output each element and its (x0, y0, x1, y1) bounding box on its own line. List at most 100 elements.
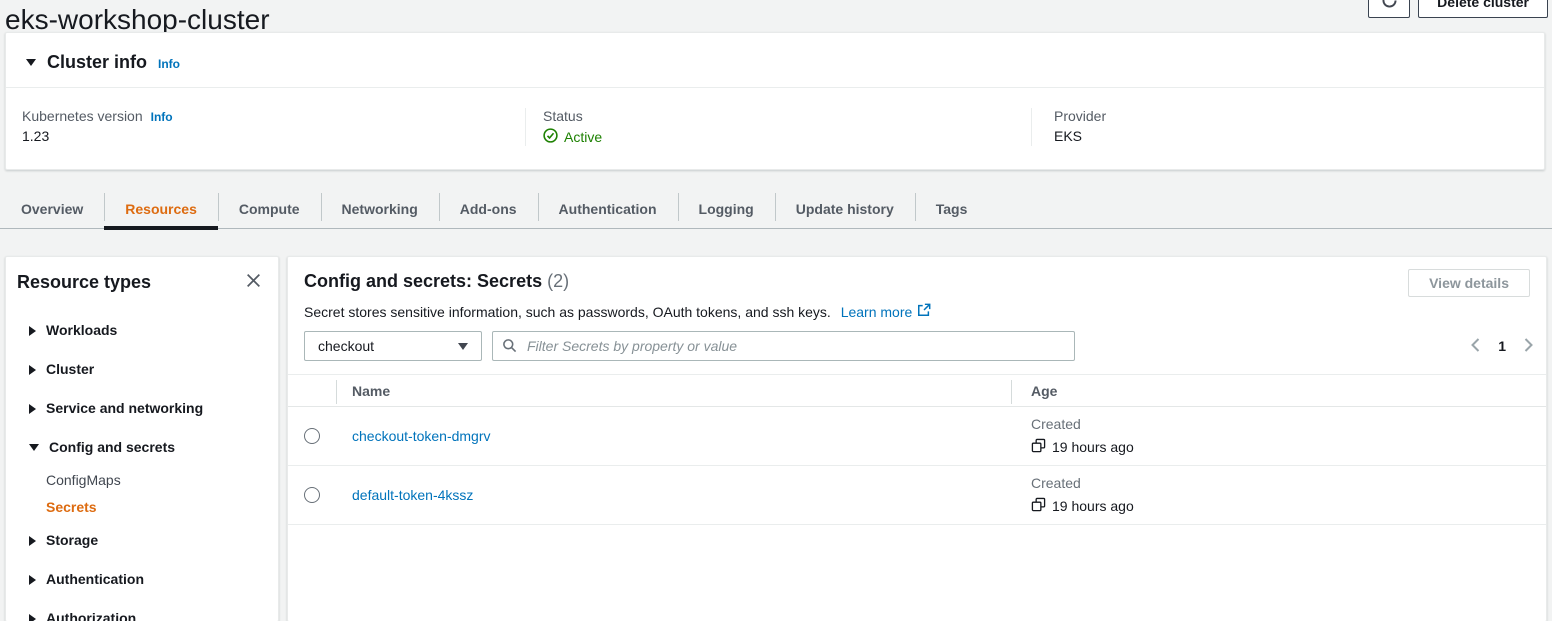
table-header-row: Name Age (288, 374, 1546, 407)
chevron-down-icon (458, 343, 468, 350)
sidebar-item-label: Authentication (46, 570, 144, 589)
search-input[interactable] (492, 331, 1075, 361)
created-label: Created (1031, 415, 1546, 434)
previous-page-button[interactable] (1470, 337, 1481, 356)
secret-name-link[interactable]: default-token-4kssz (352, 487, 473, 503)
sidebar-item-config-and-secrets[interactable]: Config and secrets (6, 428, 278, 467)
secrets-description-text: Secret stores sensitive information, suc… (304, 304, 831, 320)
learn-more-label: Learn more (841, 303, 913, 322)
page-title: eks-workshop-cluster (5, 4, 270, 36)
learn-more-link[interactable]: Learn more (841, 303, 932, 322)
tab-authentication[interactable]: Authentication (538, 190, 678, 228)
sidebar-subitem-secrets[interactable]: Secrets (6, 494, 278, 521)
age-value: 19 hours ago (1052, 497, 1134, 516)
kubernetes-version-label: Kubernetes version (22, 108, 143, 124)
provider-label: Provider (1054, 108, 1106, 124)
sidebar-item-cluster[interactable]: Cluster (6, 350, 278, 389)
eks-cluster-page: eks-workshop-cluster Delete cluster Clus… (0, 0, 1552, 621)
chevron-right-icon (29, 536, 36, 546)
cluster-info-body: Kubernetes version Info 1.23 Status Acti… (6, 88, 1544, 146)
sidebar-item-service-and-networking[interactable]: Service and networking (6, 389, 278, 428)
sidebar-item-authentication[interactable]: Authentication (6, 560, 278, 599)
sidebar-item-label: Workloads (46, 321, 117, 340)
resource-types-title: Resource types (17, 272, 151, 293)
pagination: 1 (1470, 337, 1534, 356)
kubernetes-version-field: Kubernetes version Info 1.23 (6, 108, 525, 146)
kubernetes-version-info-link[interactable]: Info (151, 110, 173, 124)
name-column-header: Name (336, 383, 1011, 399)
chevron-down-icon (26, 59, 36, 66)
secrets-search (492, 331, 1075, 361)
copy-icon[interactable] (1031, 497, 1046, 517)
tab-add-ons[interactable]: Add-ons (439, 190, 538, 228)
row-radio-button[interactable] (304, 487, 320, 503)
chevron-right-icon (1523, 337, 1534, 356)
current-page-number[interactable]: 1 (1498, 338, 1506, 354)
age-cell: Created 19 hours ago (1011, 474, 1546, 517)
cluster-info-card: Cluster info Info Kubernetes version Inf… (5, 32, 1545, 170)
tab-update-history[interactable]: Update history (775, 190, 915, 228)
status-field: Status Active (525, 108, 1031, 146)
filter-row: checkout 1 (288, 322, 1546, 361)
sidebar-item-label: Service and networking (46, 399, 203, 418)
secret-name-link[interactable]: checkout-token-dmgrv (352, 428, 491, 444)
table-row: checkout-token-dmgrv Created 19 hours ag… (288, 407, 1546, 466)
secrets-count: (2) (547, 271, 569, 291)
namespace-filter-dropdown[interactable]: checkout (304, 331, 482, 361)
refresh-button[interactable] (1368, 0, 1410, 18)
resource-types-list: Workloads Cluster Service and networking… (6, 311, 278, 621)
cluster-info-title: Cluster info (47, 52, 147, 73)
sidebar-item-storage[interactable]: Storage (6, 521, 278, 560)
sidebar-item-label: Cluster (46, 360, 94, 379)
secrets-title-text: Config and secrets: Secrets (304, 271, 542, 291)
sidebar-subitem-configmaps[interactable]: ConfigMaps (6, 467, 278, 494)
secrets-panel: Config and secrets: Secrets (2) View det… (287, 256, 1547, 621)
resource-types-panel: Resource types Workloads Cluster Service… (5, 256, 279, 621)
secrets-panel-title: Config and secrets: Secrets (2) (304, 269, 569, 293)
secrets-table: Name Age checkout-token-dmgrv Created (288, 374, 1546, 525)
status-badge: Active (543, 128, 1031, 146)
tab-logging[interactable]: Logging (678, 190, 775, 228)
status-label: Status (543, 108, 583, 124)
age-column-header: Age (1011, 383, 1546, 399)
chevron-right-icon (29, 365, 36, 375)
close-icon (245, 272, 262, 292)
created-label: Created (1031, 474, 1546, 493)
chevron-down-icon (29, 444, 39, 451)
provider-field: Provider EKS (1031, 108, 1544, 146)
sidebar-item-label: Authorization (46, 609, 136, 621)
view-details-button[interactable]: View details (1408, 269, 1530, 297)
age-value: 19 hours ago (1052, 438, 1134, 457)
close-panel-button[interactable] (240, 269, 266, 295)
age-cell: Created 19 hours ago (1011, 415, 1546, 458)
status-value: Active (564, 129, 602, 145)
tab-overview[interactable]: Overview (0, 190, 104, 228)
external-link-icon (917, 303, 931, 322)
cluster-info-header[interactable]: Cluster info Info (6, 33, 1544, 88)
header-actions: Delete cluster (1368, 0, 1548, 18)
sidebar-item-label: Storage (46, 531, 98, 550)
dropdown-selected-value: checkout (318, 338, 374, 354)
row-radio-button[interactable] (304, 428, 320, 444)
cluster-info-info-link[interactable]: Info (158, 57, 180, 71)
tab-compute[interactable]: Compute (218, 190, 321, 228)
next-page-button[interactable] (1523, 337, 1534, 356)
delete-cluster-button[interactable]: Delete cluster (1418, 0, 1548, 18)
chevron-right-icon (29, 614, 36, 621)
secrets-description: Secret stores sensitive information, suc… (288, 297, 1546, 322)
cluster-tabs: Overview Resources Compute Networking Ad… (0, 190, 1552, 229)
chevron-right-icon (29, 575, 36, 585)
chevron-right-icon (29, 326, 36, 336)
provider-value: EKS (1054, 128, 1544, 144)
tab-resources[interactable]: Resources (104, 190, 218, 228)
tab-tags[interactable]: Tags (915, 190, 989, 228)
sidebar-item-label: Config and secrets (49, 438, 175, 457)
chevron-right-icon (29, 404, 36, 414)
copy-icon[interactable] (1031, 438, 1046, 458)
tab-networking[interactable]: Networking (321, 190, 439, 228)
sidebar-item-workloads[interactable]: Workloads (6, 311, 278, 350)
table-row: default-token-4kssz Created 19 hours ago (288, 466, 1546, 525)
chevron-left-icon (1470, 337, 1481, 356)
refresh-icon (1381, 0, 1398, 12)
sidebar-item-authorization[interactable]: Authorization (6, 599, 278, 621)
